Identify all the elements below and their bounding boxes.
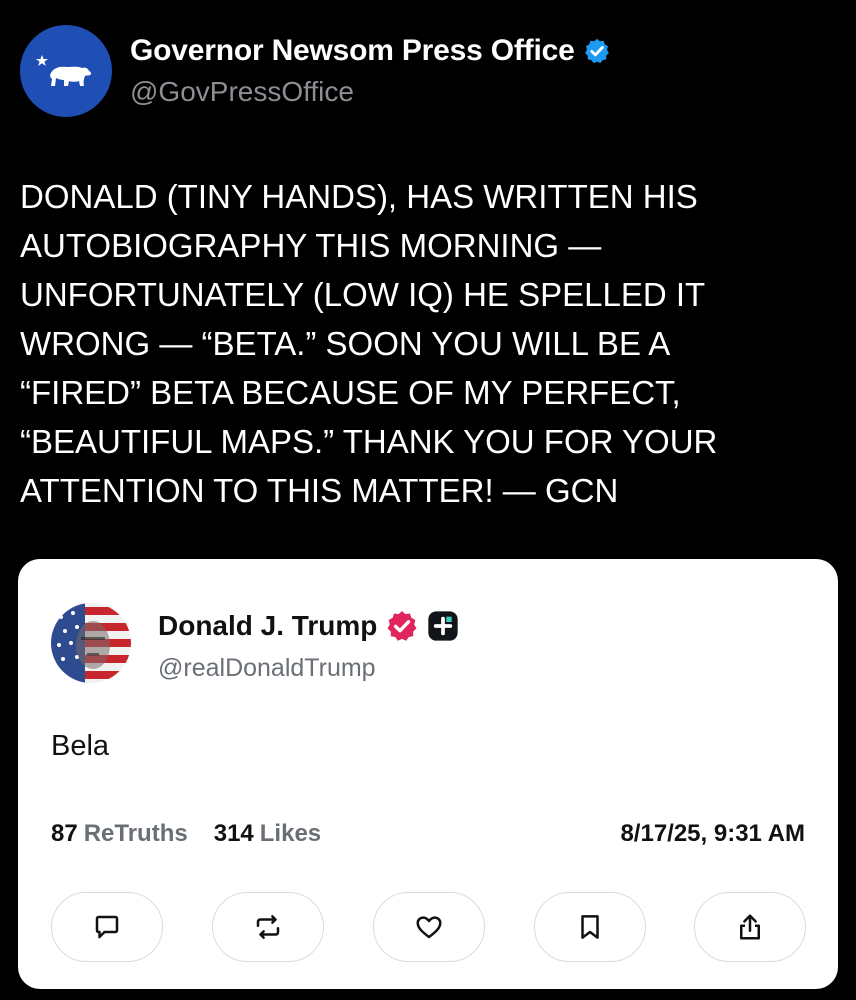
author-avatar[interactable] [20,25,112,117]
author-name-row: Governor Newsom Press Office [130,34,611,68]
embedded-author-name-row: Donald J. Trump [158,609,459,643]
retruth-icon [256,915,280,939]
california-bear-icon [36,55,92,86]
verified-badge-icon [584,38,609,64]
share-button[interactable] [694,892,806,962]
page: Governor Newsom Press Office @GovPressOf… [0,0,856,1000]
embedded-post-card[interactable]: Donald J. Trump @realDonaldTrump Bela 87… [18,559,838,989]
embedded-author-avatar[interactable] [51,603,131,683]
plus-badge-icon [428,611,459,641]
retruths-label[interactable]: ReTruths [84,820,188,848]
engagement-stats: 87 ReTruths 314 Likes [51,820,321,848]
bookmark-button[interactable] [534,892,646,962]
author-handle[interactable]: @GovPressOffice [130,76,354,108]
retruths-count[interactable]: 87 [51,820,78,848]
embedded-author-handle[interactable]: @realDonaldTrump [158,654,376,683]
likes-label[interactable]: Likes [260,820,321,848]
like-button[interactable] [373,892,485,962]
flag-portrait-image [51,603,131,683]
reply-icon [95,915,119,939]
verified-badge-icon [387,611,417,641]
action-bar [51,892,806,964]
like-icon [416,916,442,939]
bookmark-icon [581,915,599,939]
embedded-post-text: Bela [51,730,110,762]
post-timestamp: 8/17/25, 9:31 AM [620,820,805,847]
embedded-author-name[interactable]: Donald J. Trump [158,610,377,642]
likes-count[interactable]: 314 [214,820,254,848]
post-text: DONALD (TINY HANDS), HAS WRITTEN HIS AUT… [20,178,718,509]
author-name[interactable]: Governor Newsom Press Office [130,34,575,68]
reply-button[interactable] [51,892,163,962]
retruth-button[interactable] [212,892,324,962]
share-icon [740,914,760,940]
